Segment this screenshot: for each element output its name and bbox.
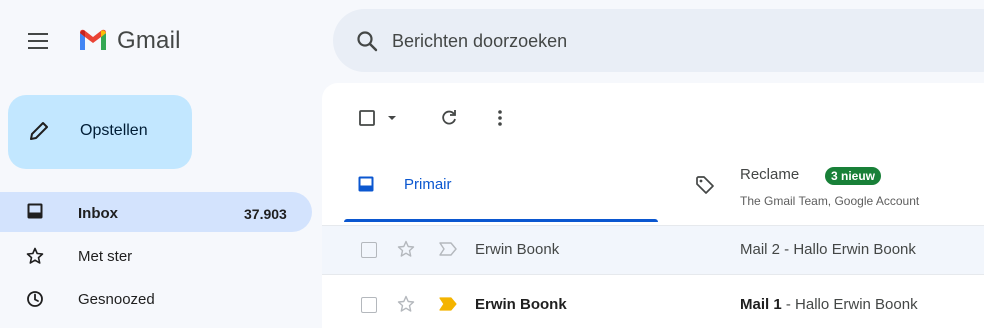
main-menu-button[interactable] xyxy=(26,28,52,54)
inbox-icon xyxy=(357,175,375,193)
email-sender: Erwin Boonk xyxy=(475,296,567,313)
sidebar-item-label: Gesnoozed xyxy=(78,291,155,308)
more-vert-icon[interactable] xyxy=(489,107,511,129)
gmail-logo-icon[interactable] xyxy=(78,28,108,52)
tab-label: Primair xyxy=(404,176,452,193)
new-count-badge: 3 nieuw xyxy=(825,167,882,185)
email-sender: Erwin Boonk xyxy=(475,241,560,258)
email-snippet: - Hallo Erwin Boonk xyxy=(781,296,918,313)
clock-icon xyxy=(26,290,44,308)
row-checkbox[interactable] xyxy=(361,242,377,258)
app-name: Gmail xyxy=(117,27,181,54)
star-icon[interactable] xyxy=(397,240,415,258)
search-icon[interactable] xyxy=(355,29,379,53)
email-subject: Mail 1 xyxy=(740,296,782,313)
row-checkbox[interactable] xyxy=(361,297,377,313)
sidebar-item-starred[interactable] xyxy=(0,237,312,277)
sidebar-item-snoozed[interactable] xyxy=(0,280,312,320)
important-marker-icon[interactable] xyxy=(438,296,458,312)
tab-senders-preview: The Gmail Team, Google Account xyxy=(740,194,920,208)
tag-icon xyxy=(694,174,716,196)
compose-label: Opstellen xyxy=(80,122,148,139)
select-all-checkbox[interactable] xyxy=(358,107,380,129)
star-icon xyxy=(26,247,44,265)
unread-count: 37.903 xyxy=(244,206,287,222)
star-icon[interactable] xyxy=(397,295,415,313)
hamburger-icon xyxy=(28,33,48,49)
tab-primary[interactable] xyxy=(340,152,660,214)
email-subject: Mail 2 xyxy=(740,241,781,258)
important-marker-icon[interactable] xyxy=(438,241,458,257)
inbox-icon xyxy=(26,202,44,220)
tab-label: Reclame xyxy=(740,166,800,183)
email-snippet: - Hallo Erwin Boonk xyxy=(780,241,916,258)
select-menu-chevron-down-icon[interactable] xyxy=(384,107,400,129)
sidebar-item-label: Inbox xyxy=(78,205,118,222)
email-subject-line: Mail 2 - Hallo Erwin Boonk xyxy=(740,241,916,258)
selected-tab-indicator xyxy=(344,219,658,222)
refresh-icon[interactable] xyxy=(438,107,460,129)
pencil-icon xyxy=(28,120,50,142)
search-input[interactable] xyxy=(392,26,952,56)
sidebar-item-label: Met ster xyxy=(78,248,133,265)
email-subject-line: Mail 1 - Hallo Erwin Boonk xyxy=(740,296,918,313)
